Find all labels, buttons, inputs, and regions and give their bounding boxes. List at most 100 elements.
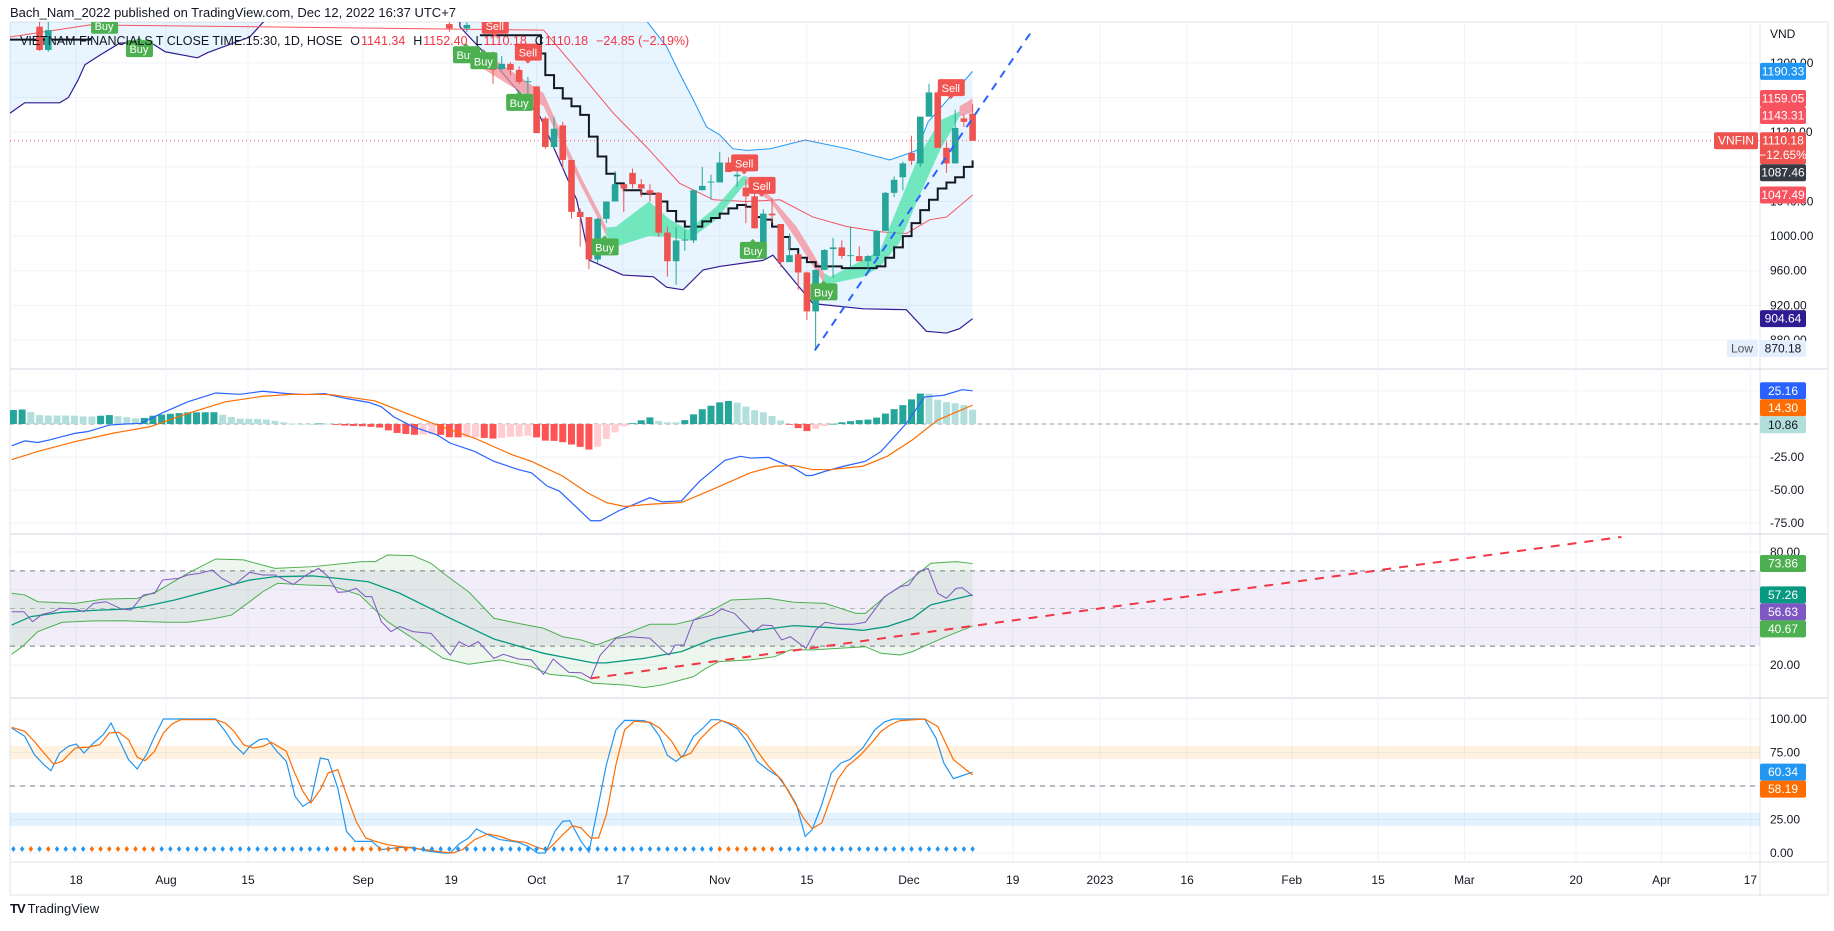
macd-histogram-bar	[785, 424, 793, 425]
stoch-signal-dot	[944, 845, 949, 852]
axis-value-badge: 73.86	[1760, 555, 1806, 573]
macd-histogram-bar	[690, 414, 698, 424]
symbol-tag: VNFIN	[1718, 134, 1754, 148]
macd-histogram-bar	[585, 424, 593, 450]
stoch-signal-dot	[159, 845, 164, 852]
stoch-signal-dot	[578, 845, 583, 852]
candle-body	[524, 81, 532, 83]
stoch-signal-dot	[857, 845, 862, 852]
symbol-legend: VIETNAM FINANCIALS T CLOSE TIME:15:30, 1…	[20, 34, 690, 48]
stoch-signal-dot	[543, 845, 548, 852]
stoch-signal-dot	[19, 845, 25, 852]
macd-histogram-bar	[367, 424, 375, 427]
macd-histogram-bar	[698, 409, 706, 424]
signal-pointer	[101, 14, 107, 17]
candle-body	[925, 92, 933, 117]
signal-text: Sell	[519, 48, 537, 60]
close-label: C	[534, 34, 544, 48]
candle-body	[576, 211, 584, 218]
macd-plot	[10, 389, 1760, 522]
axis-tick-label: 960.00	[1770, 264, 1807, 278]
stoch-signal-dot	[700, 845, 705, 852]
candle-body	[742, 187, 750, 197]
time-axis-label: Nov	[709, 873, 730, 887]
macd-histogram-bar	[123, 417, 131, 424]
stoch-signal-dot	[150, 845, 156, 852]
stoch-signal-dot	[612, 845, 618, 852]
time-axis-label: Mar	[1454, 873, 1475, 887]
candle	[533, 86, 540, 134]
stoch-overbought-band	[10, 745, 1760, 760]
badge-value: 10.86	[1768, 418, 1798, 432]
stoch-signal-dot	[368, 845, 374, 852]
macd-histogram-bar	[44, 415, 52, 424]
candle-body	[873, 230, 880, 257]
stoch-signal-dot	[778, 845, 783, 852]
stoch-signal-dot	[168, 845, 173, 852]
time-axis-label: 15	[1371, 873, 1385, 887]
stoch-signal-dot	[37, 845, 42, 852]
stoch-signal-dot	[473, 845, 478, 852]
candle	[690, 189, 697, 244]
candle-body	[760, 213, 767, 244]
axis-value-badge: 1087.46	[1760, 164, 1806, 182]
macd-histogram-bar	[472, 424, 480, 438]
macd-histogram-bar	[70, 415, 78, 424]
candle	[777, 224, 785, 268]
macd-histogram-bar	[254, 418, 262, 424]
stoch-signal-dot	[952, 845, 958, 852]
stoch-signal-dot	[621, 845, 626, 852]
candle-body	[794, 254, 802, 273]
stoch-signal-dot	[98, 845, 103, 852]
axis-tick-label: 75.00	[1770, 746, 1800, 760]
candle-body	[838, 247, 846, 257]
candle-body	[890, 179, 898, 193]
macd-histogram-bar	[681, 420, 689, 424]
tradingview-logo-icon: TV	[10, 901, 26, 916]
macd-histogram-bar	[864, 419, 872, 424]
stoch-signal-dot	[569, 845, 574, 852]
macd-histogram-bar	[358, 424, 366, 427]
time-axis-label: Aug	[155, 873, 176, 887]
stoch-signal-dot	[796, 845, 801, 852]
macd-histogram-bar	[873, 417, 881, 424]
macd-histogram-bar	[899, 405, 907, 424]
macd-histogram-bar	[515, 424, 523, 437]
stoch-signal-dot	[115, 845, 121, 852]
macd-histogram-bar	[315, 423, 323, 425]
macd-histogram-bar	[454, 424, 462, 438]
macd-histogram-bar	[672, 422, 680, 424]
macd-histogram-bar	[594, 424, 602, 447]
macd-histogram-bar	[890, 409, 898, 424]
badge-change-percent: −12.65%	[1759, 148, 1807, 162]
time-axis-label: 19	[1006, 873, 1020, 887]
signal-label-buy: Buy	[810, 280, 838, 301]
signal-text: Buy	[510, 98, 529, 110]
macd-histogram-bar	[663, 422, 671, 424]
stoch-signal-dot	[883, 845, 888, 852]
macd-histogram-bar	[637, 420, 645, 424]
macd-histogram-bar	[707, 405, 715, 424]
axis-value-badge: 1159.05	[1760, 89, 1806, 107]
stoch-signal-dot	[237, 845, 243, 852]
macd-histogram-bar	[297, 423, 305, 425]
stoch-signal-dot	[769, 845, 775, 852]
stoch-oversold-band	[10, 812, 1760, 827]
badge-value: 57.26	[1768, 588, 1798, 602]
macd-histogram-bar	[855, 420, 863, 424]
stoch-signal-dot	[787, 845, 792, 852]
candle-body	[463, 24, 471, 29]
stoch-signal-dot	[124, 845, 129, 852]
change-value: −24.85 (−2.19%)	[596, 34, 690, 48]
macd-histogram-bar	[524, 424, 532, 436]
stoch-signal-dot	[351, 845, 356, 852]
macd-histogram-bar	[219, 414, 227, 424]
candle-body	[533, 86, 540, 134]
candle	[873, 230, 880, 257]
macd-histogram-bar	[733, 402, 741, 424]
stoch-signal-dot	[63, 845, 68, 852]
chart-canvas[interactable]: 18 Aug 15 Sep 19 Oct 17 Nov 15 Dec 19 2023 16 Feb 15 Ma…	[0, 0, 1834, 931]
rsi-plot	[10, 554, 1760, 689]
macd-histogram-bar	[602, 424, 610, 439]
signal-text: Buy	[95, 21, 114, 33]
